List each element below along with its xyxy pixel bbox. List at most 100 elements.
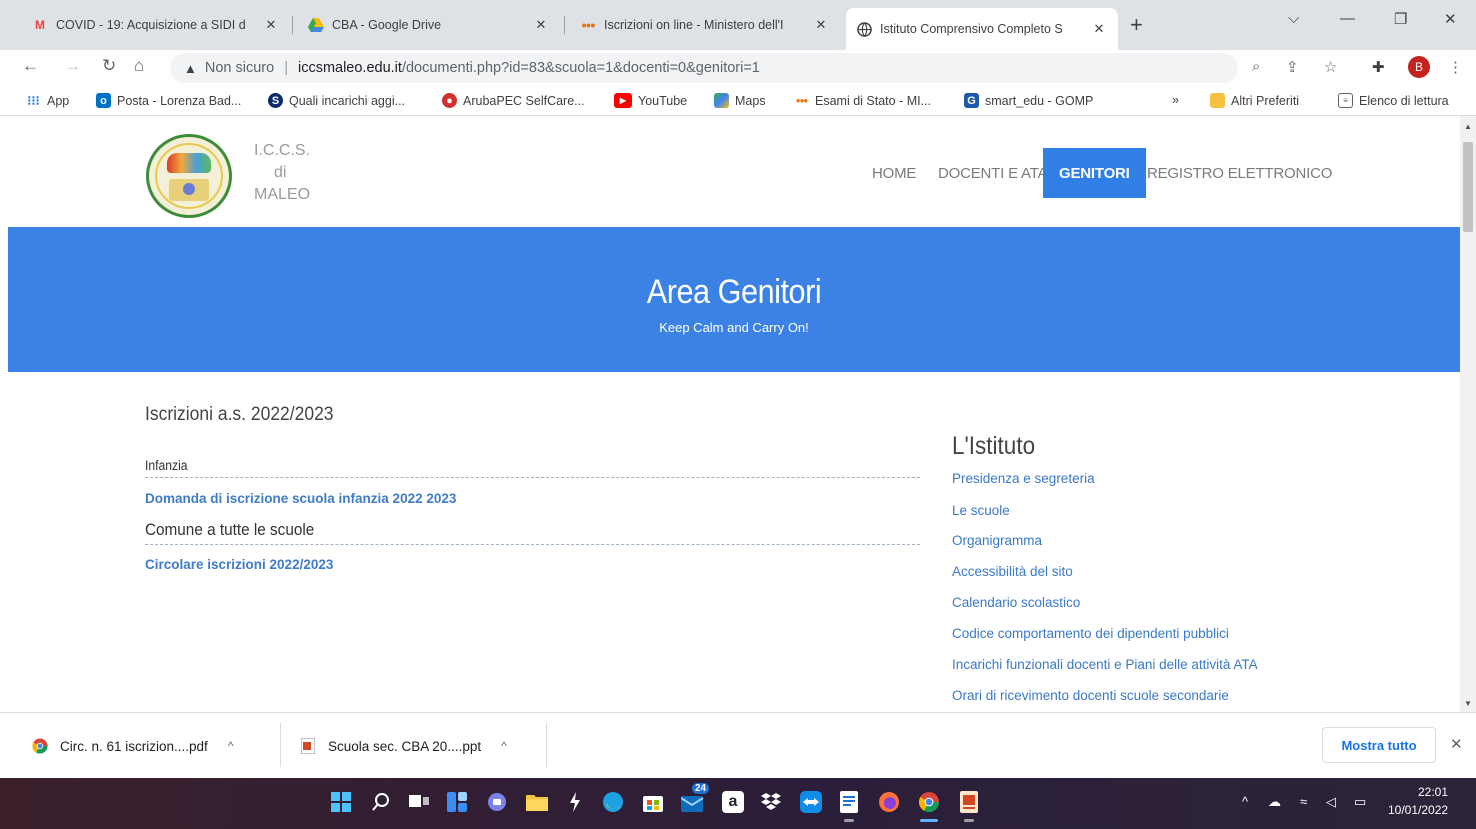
tab-iscrizioni-online[interactable]: ●●● Iscrizioni on line - Ministero dell'… [570,8,840,42]
profile-avatar[interactable]: B [1408,56,1430,78]
bookmark-arubapec[interactable]: ● ArubaPEC SelfCare... [442,93,585,108]
hero-title: Area Genitori [646,273,822,311]
sidebar-link[interactable]: Incarichi funzionali docenti e Piani del… [952,657,1258,672]
dropbox-icon[interactable] [758,789,784,815]
sidebar-link[interactable]: Organigramma [952,533,1042,548]
bookmarks-bar: ⁝⁝⁝ App o Posta - Lorenza Bad... S Quali… [0,86,1476,116]
teamviewer-icon[interactable] [798,789,824,815]
bookmark-maps[interactable]: Maps [714,93,766,108]
bookmark-star-icon[interactable]: ☆ [1324,58,1337,76]
search-icon[interactable] [368,789,394,815]
reload-button[interactable]: ↻ [102,56,116,76]
nav-docenti-e-ata[interactable]: DOCENTI E ATA [938,148,1048,198]
teams-chat-icon[interactable] [484,789,510,815]
scrollbar-thumb[interactable] [1463,142,1473,232]
mail-badge: 24 [692,783,710,794]
close-downloads-icon[interactable]: ✕ [1450,735,1463,753]
address-divider: | [284,60,288,76]
firefox-icon[interactable] [876,789,902,815]
sidebar-link[interactable]: Presidenza e segreteria [952,471,1095,486]
downloads-bar: Circ. n. 61 iscrizion....pdf ^ Scuola se… [0,712,1476,778]
share-icon[interactable]: ⇪ [1286,58,1299,76]
new-tab-button[interactable]: + [1130,12,1143,38]
ministero-icon: ●●● [795,96,809,105]
bookmark-posta[interactable]: o Posta - Lorenza Bad... [96,93,241,108]
close-tab-icon[interactable]: ✕ [532,17,550,33]
onedrive-cloud-icon[interactable]: ☁ [1268,794,1281,810]
microsoft-store-icon[interactable] [640,789,666,815]
file-explorer-icon[interactable] [524,789,550,815]
document-link[interactable]: Domanda di iscrizione scuola infanzia 20… [145,491,456,506]
bookmark-label: Elenco di lettura [1359,93,1449,108]
scroll-up-arrow-icon[interactable]: ▲ [1464,122,1472,131]
security-label: Non sicuro [204,60,275,76]
amazon-icon[interactable]: a [722,791,744,813]
sidebar-link[interactable]: Calendario scolastico [952,595,1080,610]
home-button[interactable]: ⌂ [134,56,144,76]
task-view-icon[interactable] [406,789,432,815]
winscp-icon[interactable] [562,789,588,815]
chevron-up-icon[interactable]: ^ [501,739,507,753]
scroll-down-arrow-icon[interactable]: ▼ [1464,699,1472,708]
bookmark-label: smart_edu - GOMP [985,93,1094,108]
close-tab-icon[interactable]: ✕ [1090,21,1108,37]
nav-registro-elettronico[interactable]: REGISTRO ELETTRONICO [1147,148,1332,198]
school-logo[interactable] [146,134,232,218]
tab-strip: M COVID - 19: Acquisizione a SIDI d ✕ CB… [0,0,1476,50]
minimize-button[interactable]: — [1340,10,1355,27]
bookmark-smart-edu[interactable]: G smart_edu - GOMP [964,93,1093,108]
maps-icon [714,93,729,108]
nav-genitori[interactable]: GENITORI [1043,148,1146,198]
taskbar-clock[interactable]: 22:01 10/01/2022 [1388,783,1448,819]
download-filename: Circ. n. 61 iscrizion....pdf [60,738,208,754]
restore-button[interactable]: ❐ [1394,10,1407,28]
warning-triangle-icon[interactable]: ▲ [184,61,197,76]
mail-icon[interactable]: 24 [680,783,710,815]
battery-icon[interactable]: ▭ [1354,794,1366,810]
tab-separator [292,16,293,34]
bookmark-label: Altri Preferiti [1231,93,1300,108]
chrome-taskbar-icon[interactable] [916,789,942,822]
sidebar-link[interactable]: Le scuole [952,503,1010,518]
sidebar-link[interactable]: Accessibilità del sito [952,564,1073,579]
logo-text[interactable]: I.C.C.S. di MALEO [254,140,310,206]
tab-search-chevron-icon[interactable]: ⌵ [1288,10,1299,27]
bookmark-youtube[interactable]: ▶ YouTube [614,93,687,108]
powerpoint-taskbar-icon[interactable] [956,789,982,822]
widgets-icon[interactable] [444,789,470,815]
wifi-icon[interactable]: ≈ [1300,794,1307,809]
tray-chevron-up-icon[interactable]: ^ [1242,794,1248,809]
edge-icon[interactable] [600,789,626,815]
sidebar-link[interactable]: Codice comportamento dei dipendenti pubb… [952,626,1229,641]
back-button[interactable]: ← [22,56,39,76]
bookmark-label: Esami di Stato - MI... [815,93,932,108]
close-window-button[interactable]: ✕ [1444,10,1457,28]
tab-covid[interactable]: M COVID - 19: Acquisizione a SIDI d ✕ [22,8,290,42]
menu-kebab-icon[interactable]: ⋮ [1448,58,1463,76]
document-link[interactable]: Circolare iscrizioni 2022/2023 [145,557,333,572]
zoom-icon[interactable]: ⌕ [1252,58,1260,75]
extensions-puzzle-icon[interactable]: ✚ [1372,58,1385,76]
bookmark-app[interactable]: ⁝⁝⁝ App [26,93,69,108]
bookmark-incarichi[interactable]: S Quali incarichi aggi... [268,93,405,108]
nav-home[interactable]: HOME [872,148,916,198]
show-all-downloads-button[interactable]: Mostra tutto [1322,727,1436,763]
download-item[interactable]: Circ. n. 61 iscrizion....pdf ^ [32,713,233,779]
document-app-icon[interactable] [836,789,862,822]
volume-icon[interactable]: ◁ [1326,794,1336,810]
sidebar-link[interactable]: Orari di ricevimento docenti scuole seco… [952,688,1229,703]
tab-cba-drive[interactable]: CBA - Google Drive ✕ [298,8,560,42]
download-item[interactable]: Scuola sec. CBA 20....ppt ^ [300,713,507,779]
chevron-up-icon[interactable]: ^ [228,739,234,753]
forward-button[interactable]: → [64,56,81,76]
close-tab-icon[interactable]: ✕ [812,17,830,33]
tab-istituto-comprensivo[interactable]: Istituto Comprensivo Completo S ✕ [846,8,1118,50]
bookmark-altri-preferiti[interactable]: Altri Preferiti [1210,93,1299,108]
address-bar[interactable]: ▲ Non sicuro | iccsmaleo.edu.it /documen… [170,53,1238,83]
reading-list-button[interactable]: ≡ Elenco di lettura [1338,93,1449,108]
bookmarks-overflow-button[interactable]: » [1172,93,1179,107]
windows-start-icon[interactable] [328,789,354,815]
bookmark-esami-di-stato[interactable]: ●●● Esami di Stato - MI... [794,93,931,108]
close-tab-icon[interactable]: ✕ [262,17,280,33]
page-scrollbar[interactable]: ▲ ▼ [1460,116,1476,712]
